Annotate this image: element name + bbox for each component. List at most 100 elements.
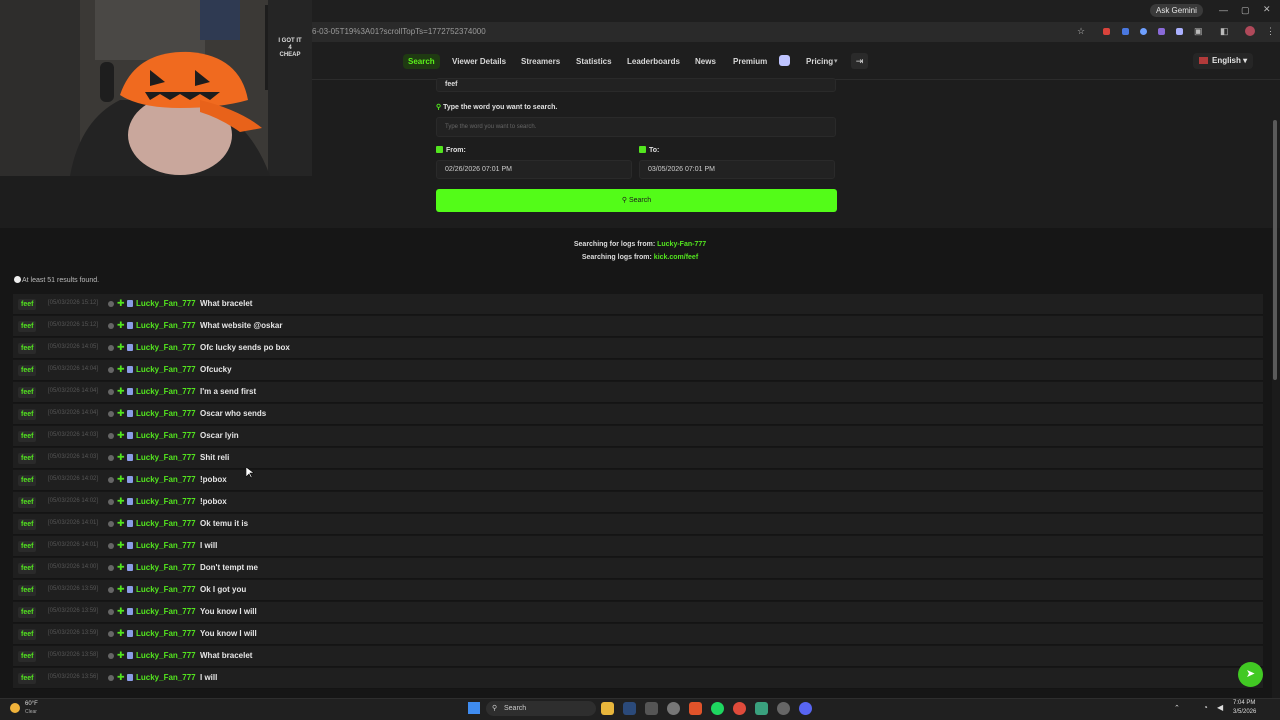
timestamp[interactable]: [05/03/2026 14:04] [48, 388, 98, 394]
discord-icon[interactable] [779, 55, 790, 66]
channel-badge[interactable]: feef [18, 629, 37, 640]
username[interactable]: Lucky_Fan_777 [136, 673, 196, 682]
username[interactable]: Lucky_Fan_777 [136, 651, 196, 660]
channel-badge[interactable]: feef [18, 321, 37, 332]
more-menu-icon[interactable]: ⋮ [1266, 26, 1275, 37]
nav-premium[interactable]: Premium [733, 54, 767, 69]
chevron-up-icon[interactable]: ⌃ [1174, 704, 1180, 712]
channel-badge[interactable]: feef [18, 497, 37, 508]
channel-badge[interactable]: feef [18, 519, 37, 530]
language-selector[interactable]: English ▾ [1193, 53, 1254, 69]
timestamp[interactable]: [05/03/2026 14:03] [48, 454, 98, 460]
brave-icon[interactable] [689, 702, 702, 715]
weather-temp[interactable]: 60°F [25, 701, 38, 707]
close-icon[interactable]: ✕ [1263, 4, 1271, 15]
channel-badge[interactable]: feef [18, 607, 37, 618]
timestamp[interactable]: [05/03/2026 13:59] [48, 630, 98, 636]
username[interactable]: Lucky_Fan_777 [136, 563, 196, 572]
channel-badge[interactable]: feef [18, 299, 37, 310]
timestamp[interactable]: [05/03/2026 14:05] [48, 344, 98, 350]
username[interactable]: Lucky_Fan_777 [136, 343, 196, 352]
from-date-input[interactable]: 02/26/2026 07:01 PM [436, 160, 632, 179]
channel-badge[interactable]: feef [18, 563, 37, 574]
channel-field[interactable]: feef [436, 78, 836, 92]
volume-icon[interactable]: ◀ [1217, 703, 1223, 712]
timestamp[interactable]: [05/03/2026 14:01] [48, 542, 98, 548]
chrome-icon[interactable] [733, 702, 746, 715]
username[interactable]: Lucky_Fan_777 [136, 629, 196, 638]
channel-badge[interactable]: feef [18, 585, 37, 596]
channel-badge[interactable]: feef [18, 365, 37, 376]
steam-icon[interactable] [623, 702, 636, 715]
username[interactable]: Lucky_Fan_777 [136, 365, 196, 374]
scrollbar-thumb[interactable] [1273, 120, 1277, 380]
spotify-icon[interactable] [711, 702, 724, 715]
extension-icon[interactable] [1103, 28, 1110, 35]
nav-streamers[interactable]: Streamers [521, 54, 560, 69]
timestamp[interactable]: [05/03/2026 14:01] [48, 520, 98, 526]
discord-icon[interactable] [799, 702, 812, 715]
extension-icon[interactable] [1122, 28, 1129, 35]
searching-channel[interactable]: kick.com/feef [654, 254, 698, 261]
extensions-puzzle-icon[interactable]: ▣ [1194, 26, 1203, 37]
timestamp[interactable]: [05/03/2026 15:12] [48, 322, 98, 328]
timestamp[interactable]: [05/03/2026 13:59] [48, 586, 98, 592]
nav-pricing[interactable]: Pricing [806, 54, 833, 69]
extension-icon[interactable] [1176, 28, 1183, 35]
channel-badge[interactable]: feef [18, 387, 37, 398]
windows-start-icon[interactable] [468, 702, 480, 714]
app-icon[interactable] [645, 702, 658, 715]
clock-date[interactable]: 3/5/2026 [1233, 709, 1256, 715]
star-icon[interactable]: ☆ [1077, 26, 1085, 37]
channel-badge[interactable]: feef [18, 651, 37, 662]
channel-badge[interactable]: feef [18, 453, 37, 464]
maximize-icon[interactable]: ▢ [1241, 5, 1250, 16]
timestamp[interactable]: [05/03/2026 14:02] [48, 498, 98, 504]
username[interactable]: Lucky_Fan_777 [136, 321, 196, 330]
nav-leaderboards[interactable]: Leaderboards [627, 54, 680, 69]
timestamp[interactable]: [05/03/2026 14:04] [48, 410, 98, 416]
username[interactable]: Lucky_Fan_777 [136, 387, 196, 396]
channel-badge[interactable]: feef [18, 431, 37, 442]
ask-gemini-button[interactable]: Ask Gemini [1150, 4, 1203, 17]
username[interactable]: Lucky_Fan_777 [136, 431, 196, 440]
username[interactable]: Lucky_Fan_777 [136, 585, 196, 594]
network-icon[interactable]: ◔ [1203, 703, 1208, 712]
app-icon[interactable] [755, 702, 768, 715]
username[interactable]: Lucky_Fan_777 [136, 497, 196, 506]
username[interactable]: Lucky_Fan_777 [136, 299, 196, 308]
timestamp[interactable]: [05/03/2026 14:04] [48, 366, 98, 372]
timestamp[interactable]: [05/03/2026 13:56] [48, 674, 98, 680]
extension-icon[interactable] [1158, 28, 1165, 35]
channel-badge[interactable]: feef [18, 541, 37, 552]
username[interactable]: Lucky_Fan_777 [136, 409, 196, 418]
search-button[interactable]: ⚲ Search [436, 189, 837, 212]
share-button[interactable]: ➤ [1238, 662, 1263, 687]
sidepanel-icon[interactable]: ◧ [1220, 26, 1229, 37]
nav-news[interactable]: News [695, 54, 716, 69]
username[interactable]: Lucky_Fan_777 [136, 541, 196, 550]
app-icon[interactable] [777, 702, 790, 715]
timestamp[interactable]: [05/03/2026 14:00] [48, 564, 98, 570]
word-search-input[interactable]: Type the word you want to search. [436, 117, 836, 137]
clock-time[interactable]: 7:04 PM [1233, 700, 1255, 706]
nav-statistics[interactable]: Statistics [576, 54, 612, 69]
weather-icon[interactable] [10, 703, 20, 713]
channel-badge[interactable]: feef [18, 409, 37, 420]
login-icon[interactable]: ⇥ [851, 53, 868, 69]
to-date-input[interactable]: 03/05/2026 07:01 PM [639, 160, 835, 179]
timestamp[interactable]: [05/03/2026 14:03] [48, 432, 98, 438]
channel-badge[interactable]: feef [18, 475, 37, 486]
file-explorer-icon[interactable] [601, 702, 614, 715]
settings-icon[interactable] [667, 702, 680, 715]
timestamp[interactable]: [05/03/2026 13:59] [48, 608, 98, 614]
nav-search[interactable]: Search [403, 54, 440, 69]
url-text[interactable]: 6-03-05T19%3A01?scrollTopTs=177275237400… [312, 27, 486, 36]
minimize-icon[interactable]: — [1219, 5, 1228, 15]
channel-badge[interactable]: feef [18, 673, 37, 684]
username[interactable]: Lucky_Fan_777 [136, 453, 196, 462]
username[interactable]: Lucky_Fan_777 [136, 475, 196, 484]
timestamp[interactable]: [05/03/2026 13:58] [48, 652, 98, 658]
nav-viewer-details[interactable]: Viewer Details [452, 54, 506, 69]
extension-icon[interactable] [1140, 28, 1147, 35]
